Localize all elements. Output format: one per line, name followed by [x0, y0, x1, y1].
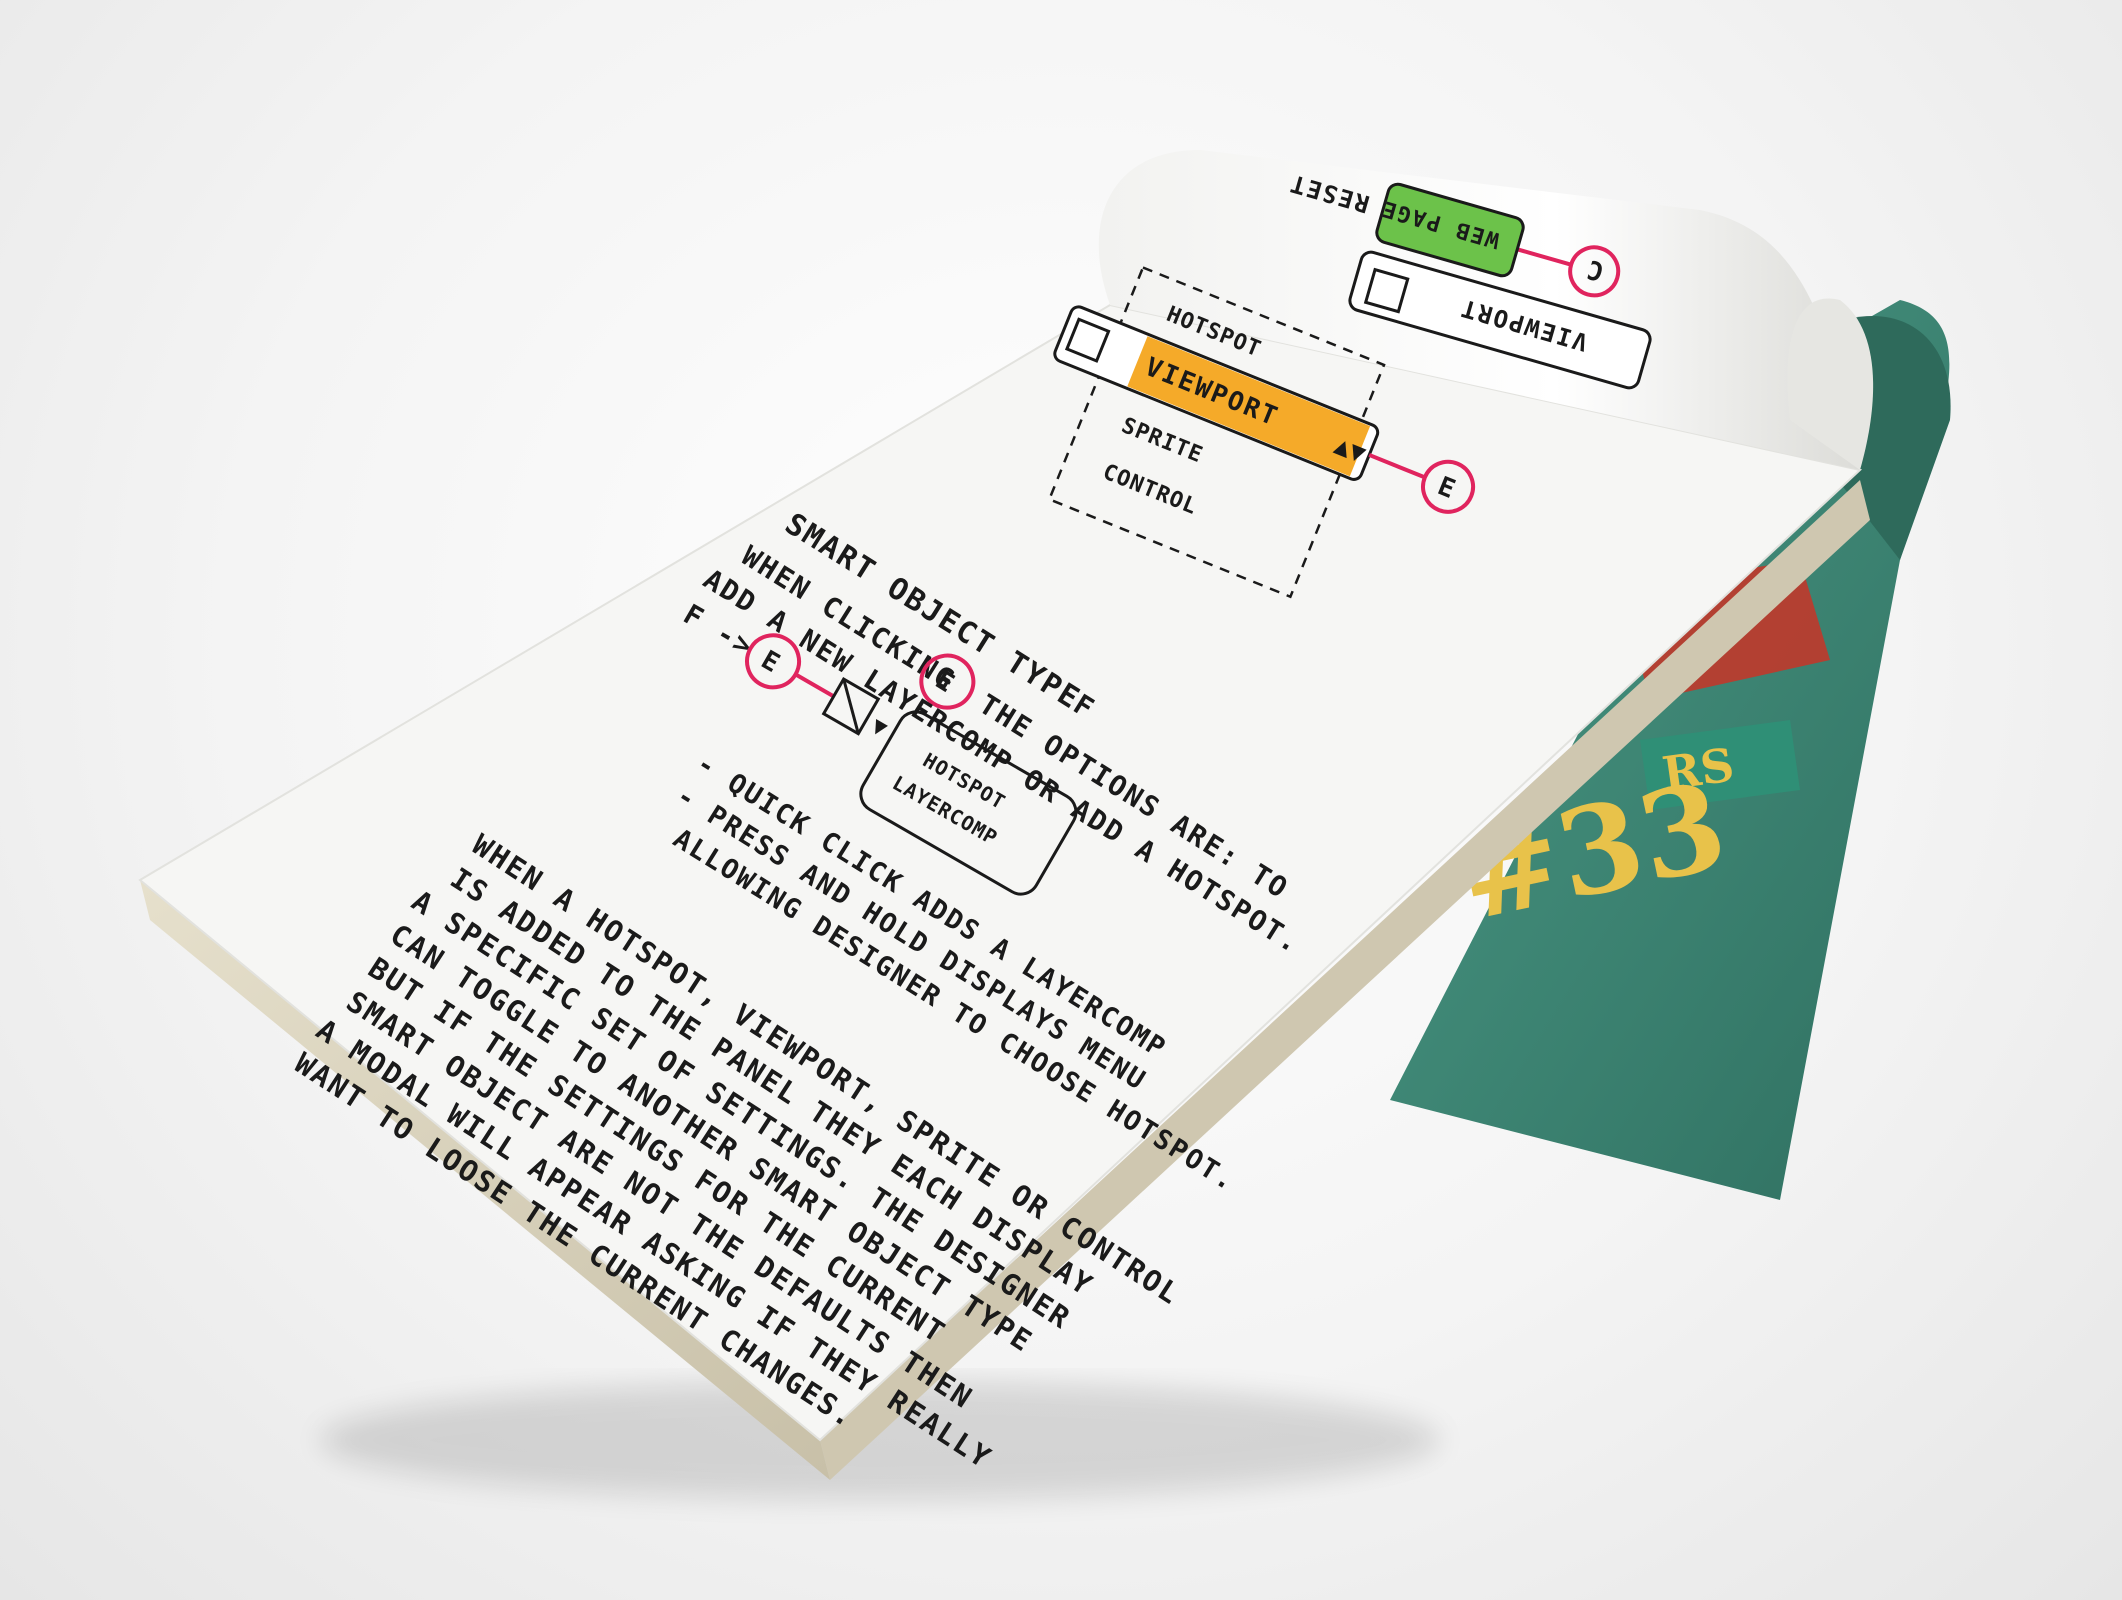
notepad-scene: RS #33 C WEB PAGE RESET VIEWPORT HOTSPOT…: [0, 0, 2122, 1600]
